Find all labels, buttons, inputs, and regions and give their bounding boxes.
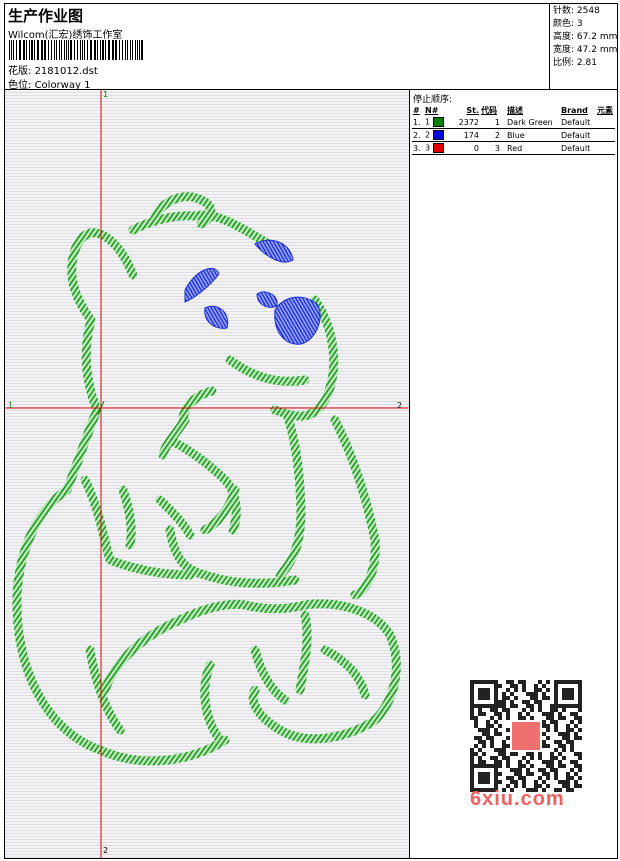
row-index: 1. — [412, 116, 424, 129]
barcode — [9, 40, 143, 60]
row-brand: Default — [560, 128, 596, 142]
table-row: 2. 2 174 2 Blue Default — [412, 128, 615, 142]
row-stitches: 2372 — [456, 116, 480, 129]
col-element: 元素 — [597, 105, 613, 115]
eye-patch-right — [254, 239, 294, 263]
stat-colors: 颜色: 3 — [553, 19, 583, 29]
row-n: 1 — [424, 116, 456, 129]
row-description: Blue — [506, 128, 560, 142]
row-code: 3 — [480, 141, 506, 155]
row-brand: Default — [560, 141, 596, 155]
row-n: 3 — [424, 141, 456, 155]
company-name: Wilcom(汇宏)绣饰工作室 — [8, 30, 123, 41]
design-canvas: 1 1 2 2 — [5, 90, 410, 858]
stat-height: 高度: 67.2 mm — [553, 32, 618, 42]
axis-label-left: 1 — [8, 401, 14, 410]
row-index: 2. — [412, 128, 424, 142]
col-index: # — [413, 105, 420, 115]
row-element — [596, 141, 615, 155]
table-row: 1. 1 2372 1 Dark Green Default — [412, 116, 615, 129]
axis-label-top: 1 — [103, 90, 109, 99]
row-n: 2 — [424, 128, 456, 142]
eye-patch-left — [184, 268, 220, 303]
blue-stitch-layer — [184, 239, 321, 345]
stat-scale: 比例: 2.81 — [553, 58, 597, 68]
col-brand: Brand — [561, 105, 588, 115]
table-row: 3. 3 0 3 Red Default — [412, 141, 615, 155]
axis-label-right: 2 — [397, 401, 403, 410]
color-swatch — [432, 143, 444, 153]
colorway-line: 色位: Colorway 1 — [8, 76, 90, 91]
col-description: 描述 — [507, 105, 523, 115]
embroidery-preview — [5, 90, 409, 858]
design-stats: 针数: 2548 颜色: 3 高度: 67.2 mm 宽度: 47.2 mm 比… — [550, 4, 617, 90]
color-swatch — [432, 117, 444, 127]
sheet-header: 生产作业图 Wilcom(汇宏)绣饰工作室 花版: 2181012.dst 色位… — [5, 4, 550, 91]
row-description: Red — [506, 141, 560, 155]
watermark-text: 6xiu.com — [470, 788, 565, 810]
color-swatch — [432, 130, 444, 140]
qr-code-icon — [470, 680, 582, 792]
sheet-title: 生产作业图 — [8, 7, 84, 25]
col-stitches: St. — [466, 105, 479, 115]
axis-label-bottom: 2 — [103, 846, 109, 855]
row-code: 1 — [480, 116, 506, 129]
stop-sequence-table: # N# St. 代码 描述 Brand 元素 1. 1 2372 1 Dark Gr… — [412, 104, 615, 155]
row-element — [596, 116, 615, 129]
row-stitches: 174 — [456, 128, 480, 142]
table-header: # N# St. 代码 描述 Brand 元素 — [412, 104, 615, 116]
stat-width: 宽度: 47.2 mm — [553, 45, 618, 55]
design-line: 花版: 2181012.dst — [8, 62, 98, 77]
nose — [274, 296, 321, 345]
eye-left — [204, 305, 229, 329]
row-element — [596, 128, 615, 142]
eye-right — [256, 291, 278, 308]
row-description: Dark Green — [506, 116, 560, 129]
row-index: 3. — [412, 141, 424, 155]
row-code: 2 — [480, 128, 506, 142]
row-stitches: 0 — [456, 141, 480, 155]
col-n: N# — [425, 105, 439, 115]
stat-stitches: 针数: 2548 — [553, 6, 600, 16]
col-code: 代码 — [481, 105, 497, 115]
row-brand: Default — [560, 116, 596, 129]
